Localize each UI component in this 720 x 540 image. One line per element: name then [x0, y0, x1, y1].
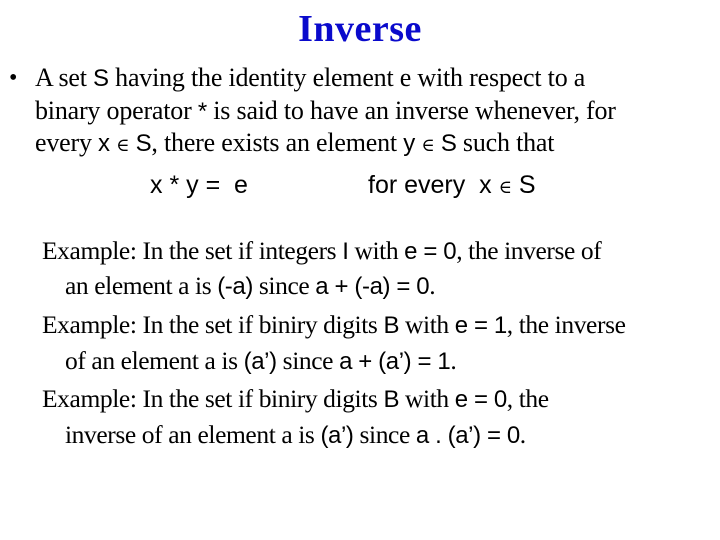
- example-2-line-2: of an element a is (a’) since a + (a’) =…: [65, 345, 457, 378]
- element-of-symbol: ∈: [421, 135, 435, 156]
- example-2-line-1: Example: In the set if biniry digits B w…: [42, 309, 626, 342]
- identity-expression: e = 0: [454, 386, 507, 413]
- set-symbol: B: [383, 386, 400, 413]
- text: , the: [506, 384, 549, 413]
- text: with: [399, 384, 455, 413]
- example-1-line-2: an element a is (-a) since a + (-a) = 0.: [65, 270, 436, 303]
- text: Example: In the set if integers: [42, 236, 343, 265]
- set-symbol: S: [135, 130, 152, 157]
- text: Example: In the set if biniry digits: [42, 310, 384, 339]
- set-symbol: S: [440, 130, 457, 157]
- example-1-line-1: Example: In the set if integers I with e…: [42, 235, 602, 268]
- set-symbol: S: [518, 171, 536, 199]
- var-x: x: [98, 130, 110, 157]
- text: Example: In the set if biniry digits: [42, 384, 384, 413]
- equation: a + (-a) = 0: [315, 273, 430, 300]
- text: since: [276, 346, 340, 375]
- text: binary operator: [35, 96, 198, 125]
- text: every: [35, 128, 99, 157]
- text: .: [519, 420, 526, 449]
- slide-title: Inverse: [298, 8, 422, 50]
- text: .: [450, 346, 457, 375]
- example-3-line-2: inverse of an element a is (a’) since a …: [65, 419, 526, 452]
- definition-line-3: every x ∈ S, there exists an element y ∈…: [35, 127, 554, 162]
- text: , the inverse of: [456, 236, 602, 265]
- equation: a + (a’) = 1: [339, 348, 451, 375]
- set-symbol: S: [93, 65, 109, 92]
- identity-expression: e = 0: [404, 238, 457, 265]
- text: A set: [35, 63, 94, 92]
- text: .: [429, 271, 436, 300]
- text: with: [348, 236, 405, 265]
- text: , the inverse: [506, 310, 626, 339]
- inverse-expression: (a’): [243, 348, 277, 375]
- definition-line-1: A set S having the identity element e wi…: [35, 62, 585, 95]
- text: inverse of an element a is: [65, 420, 321, 449]
- text: having the identity element e with respe…: [108, 63, 586, 92]
- text: since: [252, 271, 316, 300]
- bullet-icon: •: [9, 65, 18, 91]
- equation: a . (a’) = 0: [415, 422, 520, 449]
- text: since: [353, 420, 416, 449]
- formula-left: x * y = e: [150, 171, 248, 199]
- text: , there exists an element: [151, 128, 404, 157]
- inverse-expression: (a’): [320, 422, 354, 449]
- element-of-symbol: ∈: [498, 177, 512, 198]
- example-3-line-1: Example: In the set if biniry digits B w…: [42, 383, 549, 416]
- text: an element a is: [65, 271, 218, 300]
- text: such that: [456, 128, 555, 157]
- identity-expression: e = 1: [454, 312, 507, 339]
- text: with: [399, 310, 455, 339]
- element-of-symbol: ∈: [116, 135, 130, 156]
- text: of an element a is: [65, 346, 244, 375]
- definition-line-2: binary operator * is said to have an inv…: [35, 95, 616, 128]
- formula-text: for every x: [368, 171, 492, 199]
- text: is said to have an inverse whenever, for: [206, 96, 616, 125]
- formula-right: for every x ∈ S: [368, 168, 536, 205]
- inverse-expression: (-a): [217, 273, 253, 300]
- operator-symbol: *: [197, 98, 207, 125]
- set-symbol: B: [383, 312, 400, 339]
- var-y: y: [403, 130, 416, 157]
